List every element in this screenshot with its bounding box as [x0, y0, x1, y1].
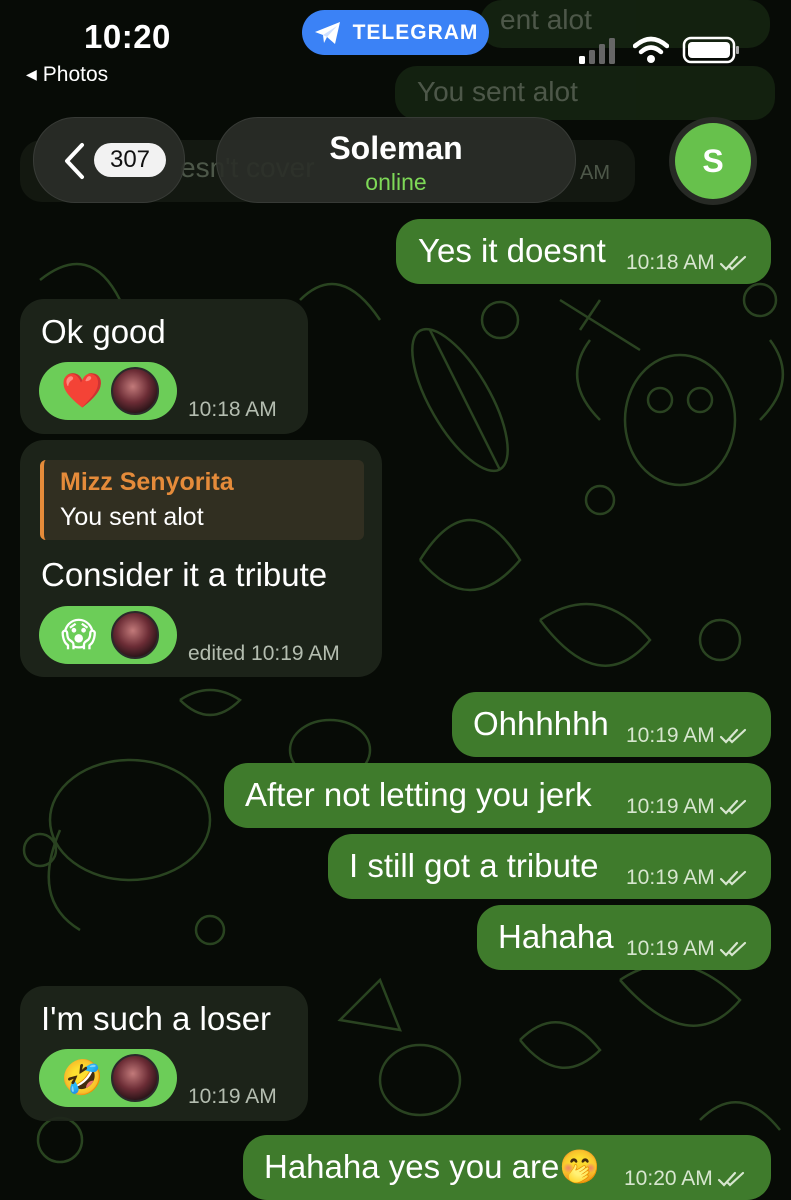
message-time: 10:19 AM [626, 937, 749, 961]
message-time: 10:19 AM [626, 866, 749, 890]
message-time: 10:19 AM [626, 795, 749, 819]
reply-quote[interactable]: Mizz Senyorita You sent alot [40, 460, 364, 540]
contact-name: Soleman [329, 130, 463, 166]
message-bubble-outgoing[interactable]: I still got a tribute 10:19 AM [328, 834, 771, 899]
message-text: Hahaha yes you are🤭 [264, 1148, 601, 1185]
chat-title[interactable]: Soleman online [216, 117, 576, 203]
avatar: S [675, 123, 751, 199]
message-text: Hahaha [498, 918, 614, 955]
double-check-icon [717, 1172, 744, 1188]
back-button[interactable]: 307 [33, 117, 185, 203]
reply-author: Mizz Senyorita [60, 468, 234, 496]
scream-reaction-icon: 😱 [61, 616, 97, 654]
double-check-icon [719, 942, 746, 958]
status-time: 10:20 [84, 18, 171, 55]
message-time: 10:19 AM [188, 1085, 277, 1108]
message-text: Yes it doesnt [418, 232, 606, 269]
back-app-label: Photos [42, 63, 109, 86]
signal-icon [579, 38, 615, 64]
avatar-button[interactable]: S [669, 117, 757, 205]
message-bubble-incoming[interactable]: Mizz Senyorita You sent alot Consider it… [20, 440, 382, 677]
laughing-reaction-icon: 🤣 [61, 1059, 104, 1097]
reactor-avatar [111, 367, 159, 415]
double-check-icon [719, 256, 746, 272]
message-text: Ok good [41, 313, 166, 350]
message-bubble-outgoing[interactable]: Hahaha yes you are🤭 10:20 AM [243, 1135, 771, 1200]
message-time: 10:19 AM [626, 724, 749, 748]
reactor-avatar [111, 1054, 159, 1102]
telegram-label: TELEGRAM [352, 20, 479, 44]
message-bubble-outgoing[interactable]: After not letting you jerk 10:19 AM [224, 763, 771, 828]
reply-text: You sent alot [60, 503, 204, 531]
unread-count-badge: 307 [94, 143, 166, 177]
message-text: I still got a tribute [349, 847, 599, 884]
message-time: 10:20 AM [624, 1167, 747, 1191]
ghost-bubble: You sent alot [395, 66, 775, 120]
reaction-pill[interactable]: ❤️ [39, 362, 177, 420]
message-bubble-outgoing[interactable]: Yes it doesnt 10:18 AM [396, 219, 771, 284]
double-check-icon [719, 800, 746, 816]
message-bubble-outgoing[interactable]: Hahaha 10:19 AM [477, 905, 771, 970]
message-text: After not letting you jerk [245, 776, 592, 813]
wifi-icon [633, 36, 669, 63]
double-check-icon [719, 729, 746, 745]
message-text: Ohhhhhh [473, 705, 609, 742]
reactor-avatar [111, 611, 159, 659]
contact-status: online [365, 169, 427, 195]
message-time: 10:18 AM [626, 251, 749, 275]
message-time: edited 10:19 AM [188, 642, 340, 665]
message-bubble-outgoing[interactable]: Ohhhhhh 10:19 AM [452, 692, 771, 757]
telegram-pill[interactable]: TELEGRAM [302, 10, 489, 55]
heart-reaction-icon: ❤️ [61, 372, 104, 410]
double-check-icon [719, 871, 746, 887]
reaction-pill[interactable]: 😱 [39, 606, 177, 664]
message-time: 10:18 AM [188, 398, 277, 421]
message-bubble-incoming[interactable]: Ok good ❤️ 10:18 AM [20, 299, 308, 434]
message-text: I'm such a loser [41, 1000, 272, 1037]
message-bubble-incoming[interactable]: I'm such a loser 🤣 10:19 AM [20, 986, 308, 1121]
reaction-pill[interactable]: 🤣 [39, 1049, 177, 1107]
telegram-icon [314, 21, 340, 44]
chevron-left-icon [65, 143, 84, 179]
message-text: Consider it a tribute [41, 556, 328, 593]
battery-icon [682, 36, 739, 64]
back-triangle-icon: ◀ [26, 66, 37, 82]
back-to-app-link[interactable]: ◀ Photos [26, 63, 108, 87]
